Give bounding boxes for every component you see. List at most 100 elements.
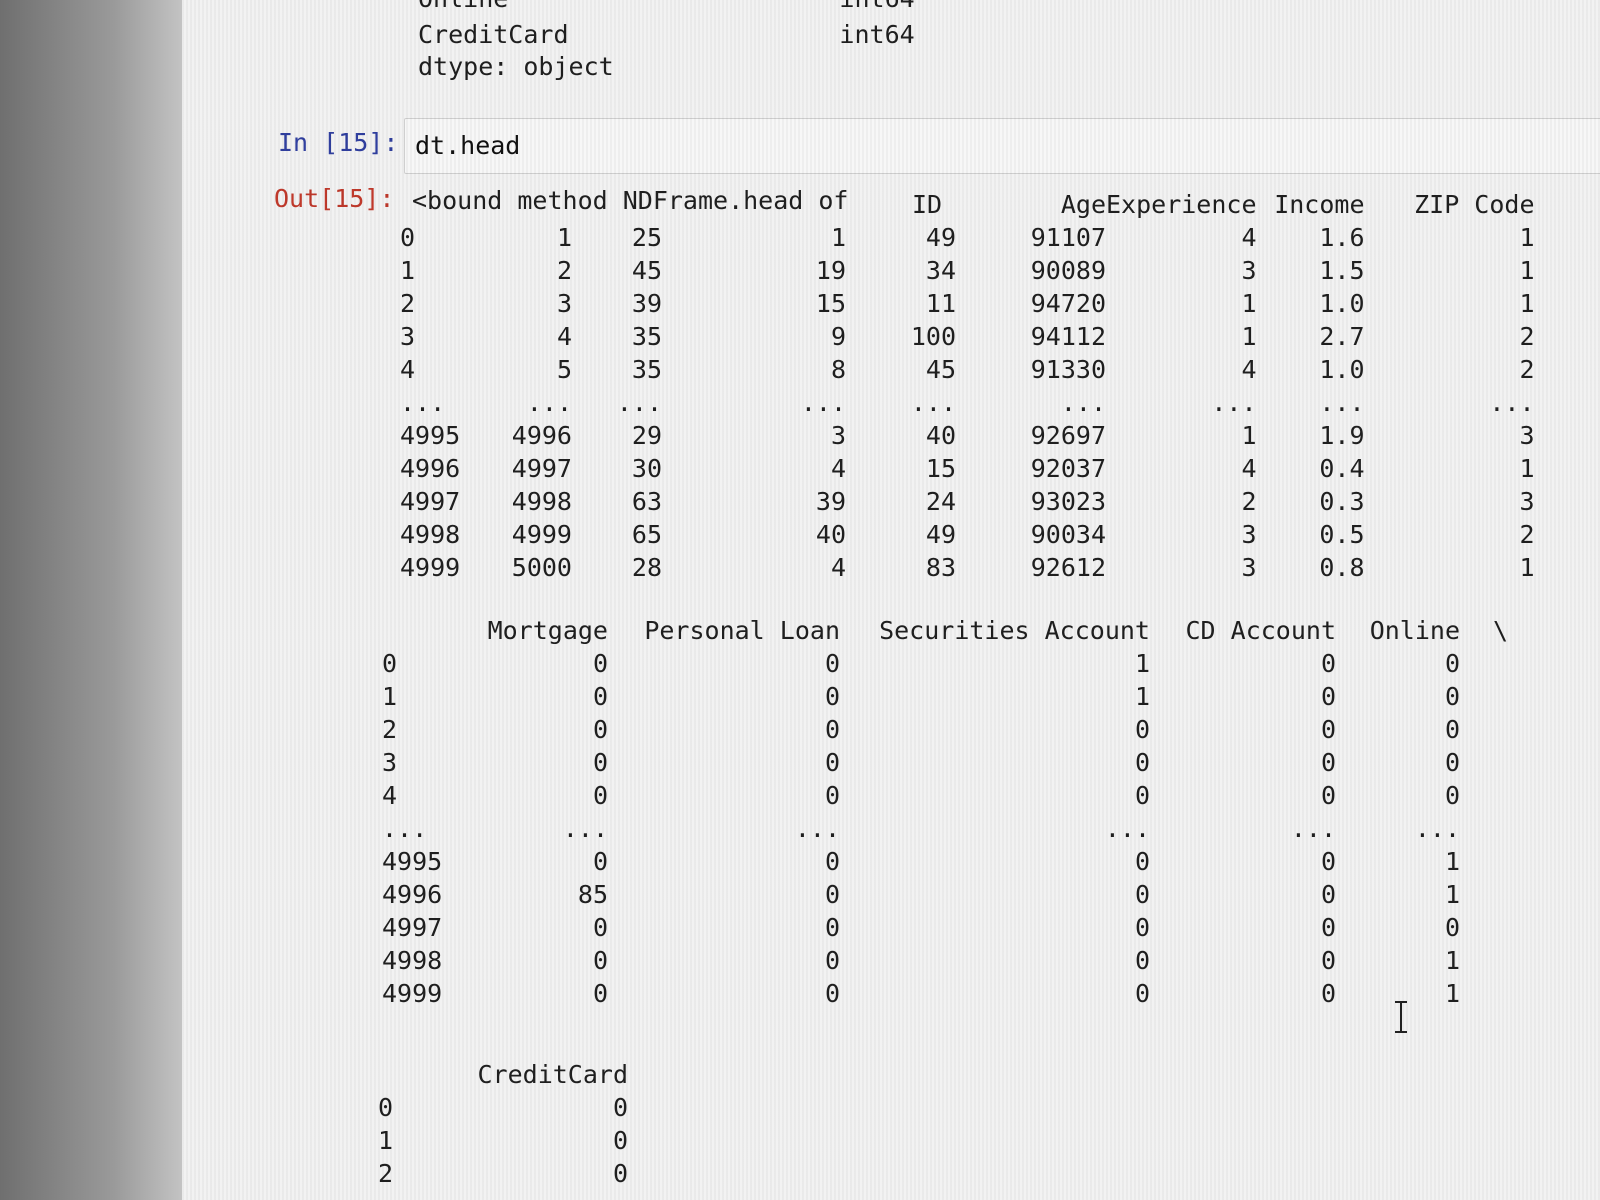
table-row: 2 3 39 15 11 94720 1 1.0 1 [400,287,1535,320]
in-prompt: In [15]: [278,128,399,157]
table-cell: 1 [1444,880,1460,909]
table-cell: 4998 [511,487,572,516]
text-cursor-icon [1395,1001,1407,1033]
table-cell: 90089 [1030,256,1106,285]
table-row: .................. [382,812,1508,845]
dataframe-block-2: Mortgage Personal Loan Securities Accoun… [382,614,1508,1010]
table-cell: 1.9 [1319,421,1365,450]
table-cell: 85 [577,880,608,909]
table-row: 4995 0 0 0 0 1 [382,845,1508,878]
column-header [572,188,662,221]
table-cell: 0 [1444,748,1460,777]
table-cell: 65 [631,520,662,549]
table-cell: 0 [824,880,840,909]
column-header [662,188,846,221]
row-index: 4998 [400,520,461,549]
table-cell: 2.7 [1319,322,1365,351]
table-cell: 15 [815,289,846,318]
code-text[interactable]: dt.head [415,133,520,158]
row-index: 1 [382,682,398,711]
table-cell: 25 [631,223,662,252]
table-cell: ... [526,388,572,417]
column-header: Securities Account [879,616,1150,645]
table-cell: 4 [830,454,846,483]
table-cell: 0 [1134,781,1150,810]
row-index: 1 [378,1126,394,1155]
row-index: 4999 [382,979,443,1008]
table-row: ........................... [400,386,1535,419]
table-cell: 0 [1444,649,1460,678]
row-index: 4997 [382,913,443,942]
table-cell: 4 [556,322,572,351]
table-cell: 92697 [1030,421,1106,450]
table-cell: 90034 [1030,520,1106,549]
table-cell: 39 [631,289,662,318]
row-index: 4 [382,781,398,810]
table-cell: ... [616,388,662,417]
row-index: 4995 [382,847,443,876]
table-cell: 0 [1320,913,1336,942]
column-header: ZIP Code [1414,190,1535,219]
table-cell: 35 [631,355,662,384]
table-cell: 0 [1320,715,1336,744]
table-cell: 40 [815,520,846,549]
table-cell: 0 [1320,781,1336,810]
table-cell: 39 [815,487,846,516]
table-cell: 49 [925,520,956,549]
monitor-bezel [0,0,190,1200]
table-cell: 15 [925,454,956,483]
table-cell: 0 [1320,682,1336,711]
table-row: 4 5 35 8 45 91330 4 1.0 2 [400,353,1535,386]
row-index: 4996 [400,454,461,483]
table-cell: 5000 [511,553,572,582]
table-cell: ... [910,388,956,417]
table-cell: 1 [556,223,572,252]
table-cell: ... [800,388,846,417]
column-header: CreditCard [477,1060,628,1089]
row-index: 1 [400,256,416,285]
table-cell: 4999 [511,520,572,549]
table-cell: 1 [1241,322,1257,351]
previous-output: Online int64 CreditCard int64 dtype: obj… [418,0,915,125]
table-header-row: CreditCard [378,1058,628,1091]
table-cell: 3 [1241,520,1257,549]
table-cell: 1 [1519,454,1535,483]
notebook-screen: Online int64 CreditCard int64 dtype: obj… [182,0,1600,1200]
column-header: Experience [1106,190,1257,219]
table-row: 4999 5000 28 4 83 92612 3 0.8 1 [400,551,1535,584]
table-cell: 0 [612,1126,628,1155]
table-row: 4996 4997 30 4 15 92037 4 0.4 1 [400,452,1535,485]
table-cell: 0 [1134,880,1150,909]
table-cell: ... [1290,814,1336,843]
table-cell: 3 [1519,487,1535,516]
table-cell: 92612 [1030,553,1106,582]
table-cell: 28 [631,553,662,582]
previous-output-line: dtype: object [418,52,614,81]
table-cell: 0 [592,979,608,1008]
table-cell: 1 [1519,553,1535,582]
table-cell: 34 [925,256,956,285]
table-cell: 1.5 [1319,256,1365,285]
table-cell: 1 [1241,421,1257,450]
table-cell: 0 [824,781,840,810]
table-cell: ... [1104,814,1150,843]
table-cell: 0.8 [1319,553,1365,582]
table-header-row: ID Age Experience Income ZIP Code [400,188,1535,221]
code-input-cell[interactable]: dt.head [404,118,1600,174]
table-cell: 0 [1134,979,1150,1008]
table-row: 0 0 0 1 0 0 [382,647,1508,680]
row-index: 3 [400,322,416,351]
out-prompt: Out[15]: [274,184,395,213]
table-cell: 30 [631,454,662,483]
table-cell: 91107 [1030,223,1106,252]
table-row: 4995 4996 29 3 40 92697 1 1.9 3 [400,419,1535,452]
column-header: CD Account [1185,616,1336,645]
table-cell: 2 [1519,520,1535,549]
table-cell: 0 [824,946,840,975]
row-index: ... [400,388,446,417]
table-cell: 0 [592,748,608,777]
table-cell: 4 [830,553,846,582]
table-cell: 63 [631,487,662,516]
column-header: Mortgage [487,616,608,645]
table-cell: 1 [1444,847,1460,876]
